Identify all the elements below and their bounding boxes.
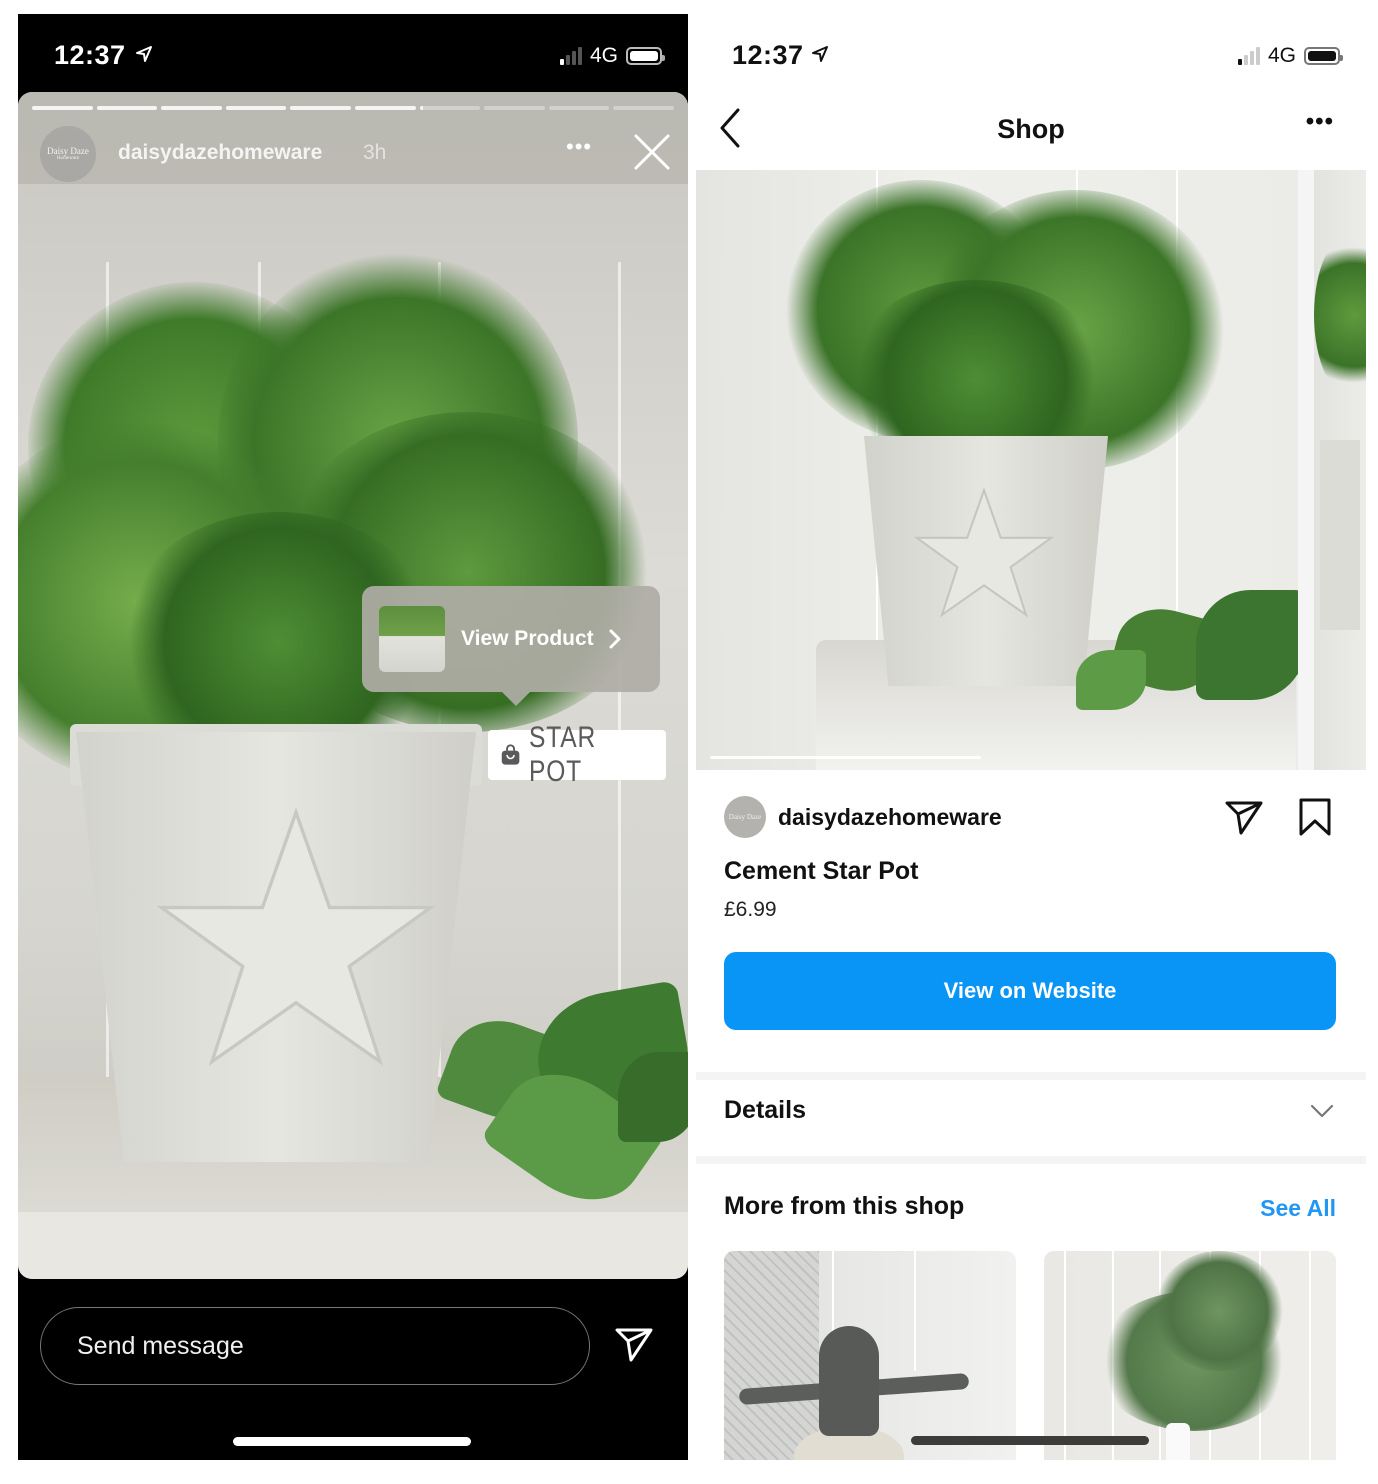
divider xyxy=(696,1156,1366,1164)
more-item-frog[interactable] xyxy=(724,1251,1016,1460)
see-all-link[interactable]: See All xyxy=(1260,1195,1336,1222)
battery-icon xyxy=(1304,47,1343,65)
product-gallery[interactable] xyxy=(696,170,1366,770)
chevron-down-icon xyxy=(1310,1104,1334,1118)
shop-screen: 12:37 4G Shop ••• Daisy Daze daisydazeho… xyxy=(696,14,1366,1460)
home-indicator xyxy=(233,1437,471,1446)
seller-name: daisydazehomeware xyxy=(778,803,1002,830)
bookmark-icon[interactable] xyxy=(1297,797,1333,837)
product-thumbnail xyxy=(379,606,445,672)
more-horizontal-icon[interactable]: ••• xyxy=(566,134,592,160)
story-progress-segment xyxy=(419,106,481,110)
close-icon[interactable] xyxy=(632,132,672,172)
more-from-shop-title: More from this shop xyxy=(724,1192,965,1220)
status-bar: 12:37 4G xyxy=(18,14,688,94)
status-time: 12:37 xyxy=(732,40,804,70)
story-progress-segment xyxy=(161,106,222,110)
story-progress-segment xyxy=(96,106,158,110)
shopping-bag-icon xyxy=(501,744,520,765)
product-price: £6.99 xyxy=(724,898,777,921)
story-media[interactable]: Daisy Daze Homeware daisydazehomeware 3h… xyxy=(18,92,688,1279)
view-product-sticker[interactable]: View Product xyxy=(362,586,660,706)
nav-bar: Shop ••• xyxy=(696,94,1366,168)
account-avatar[interactable]: Daisy Daze Homeware xyxy=(40,126,96,182)
story-progress xyxy=(32,106,674,110)
network-label: 4G xyxy=(1267,44,1296,67)
product-image[interactable] xyxy=(696,170,1298,770)
view-on-website-button[interactable]: View on Website xyxy=(724,952,1336,1030)
story-progress-segment xyxy=(354,106,416,110)
signal-icon xyxy=(1237,47,1260,65)
chevron-right-icon xyxy=(609,629,621,649)
location-arrow-icon xyxy=(812,46,828,62)
story-progress-segment xyxy=(225,106,287,110)
battery-icon xyxy=(626,47,665,65)
send-icon[interactable] xyxy=(614,1324,654,1364)
details-label: Details xyxy=(724,1096,806,1124)
account-name[interactable]: daisydazehomeware xyxy=(118,141,322,165)
next-product-image[interactable] xyxy=(1314,170,1366,770)
status-time: 12:37 xyxy=(54,40,126,70)
product-tag[interactable]: STAR POT xyxy=(488,721,666,788)
seller-avatar: Daisy Daze xyxy=(724,796,766,838)
product-name: Cement Star Pot xyxy=(724,857,919,885)
status-bar: 12:37 4G xyxy=(696,14,1366,94)
send-message-input[interactable]: Send message xyxy=(40,1307,590,1385)
signal-icon xyxy=(559,47,582,65)
page-title: Shop xyxy=(997,114,1065,144)
star-emboss xyxy=(156,807,436,1066)
network-label: 4G xyxy=(589,44,618,67)
view-product-label: View Product xyxy=(461,627,594,650)
home-indicator xyxy=(911,1436,1149,1445)
product-tag-label: STAR POT xyxy=(529,721,597,788)
story-progress-segment xyxy=(32,106,93,110)
send-icon[interactable] xyxy=(1224,797,1264,837)
more-item-eucalyptus[interactable] xyxy=(1044,1251,1336,1460)
story-progress-segment xyxy=(484,106,545,110)
story-progress-segment xyxy=(290,106,351,110)
details-row[interactable]: Details xyxy=(696,1076,1366,1158)
story-progress-segment xyxy=(613,106,674,110)
more-horizontal-icon[interactable]: ••• xyxy=(1306,108,1334,136)
story-screen: 12:37 4G Daisy Daze Homeware daisydazeho… xyxy=(18,14,688,1460)
posted-time: 3h xyxy=(363,141,387,164)
story-progress-segment xyxy=(548,106,610,110)
gallery-progress xyxy=(710,756,981,759)
location-arrow-icon xyxy=(136,46,152,62)
seller-row[interactable]: Daisy Daze daisydazehomeware xyxy=(724,796,1002,838)
